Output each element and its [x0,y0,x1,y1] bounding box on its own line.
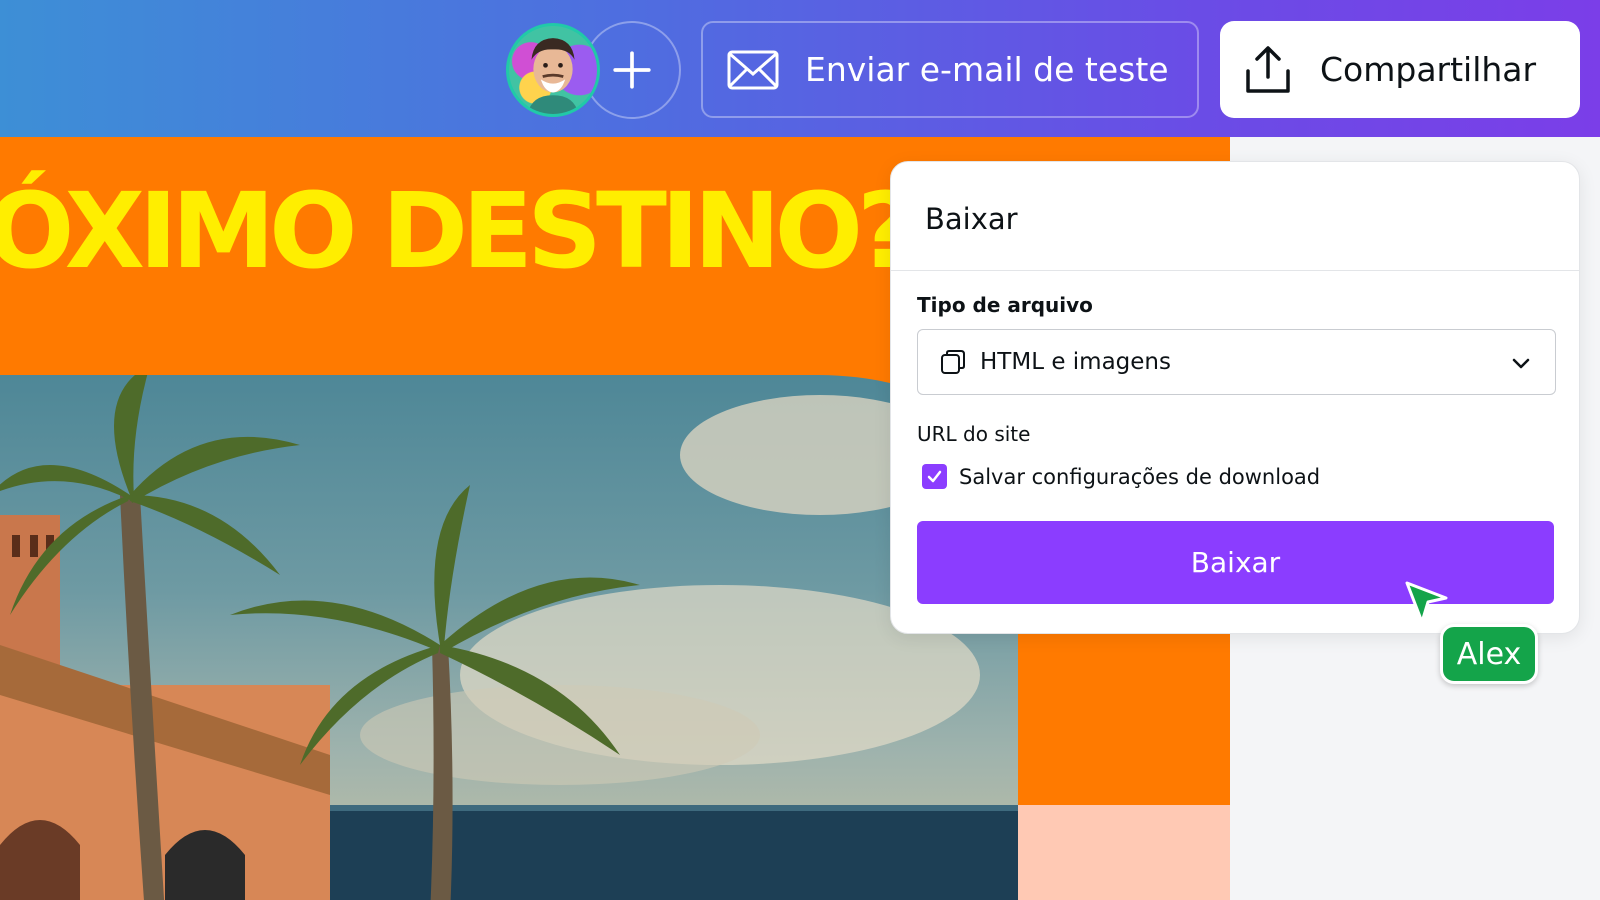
copy-icon [941,350,965,374]
save-settings-checkbox[interactable] [922,464,947,489]
download-button[interactable]: Baixar [917,521,1554,604]
download-panel: Baixar Tipo de arquivo HTML e imagens UR… [890,161,1580,634]
send-test-email-label: Enviar e-mail de teste [805,50,1169,89]
check-icon [927,470,942,483]
file-type-value: HTML e imagens [980,349,1171,375]
send-test-email-button[interactable]: Enviar e-mail de teste [701,21,1199,118]
envelope-icon [727,50,779,89]
panel-divider [891,270,1579,271]
share-button[interactable]: Compartilhar [1220,21,1580,118]
design-accent-block[interactable] [1018,805,1230,900]
collaborator-name-tag: Alex [1440,624,1538,684]
plus-icon [613,51,651,89]
upload-icon [1246,45,1290,93]
top-toolbar: Enviar e-mail de teste Compartilhar [0,0,1600,137]
user-avatar[interactable] [506,23,600,117]
design-headline[interactable]: ÓXIMO DESTINO? [0,179,917,283]
save-settings-option[interactable]: Salvar configurações de download [922,464,1320,489]
chevron-down-icon [1512,358,1530,369]
avatar-image [527,38,579,114]
panel-title: Baixar [925,202,1018,236]
palm-beach-image [0,375,1018,900]
share-label: Compartilhar [1320,50,1537,89]
pointer-cursor-icon [1405,581,1448,624]
site-url-label: URL do site [917,422,1031,446]
travel-photo[interactable] [0,375,1018,900]
file-type-select[interactable]: HTML e imagens [917,329,1556,395]
file-type-label: Tipo de arquivo [917,293,1093,317]
save-settings-label: Salvar configurações de download [959,464,1321,489]
